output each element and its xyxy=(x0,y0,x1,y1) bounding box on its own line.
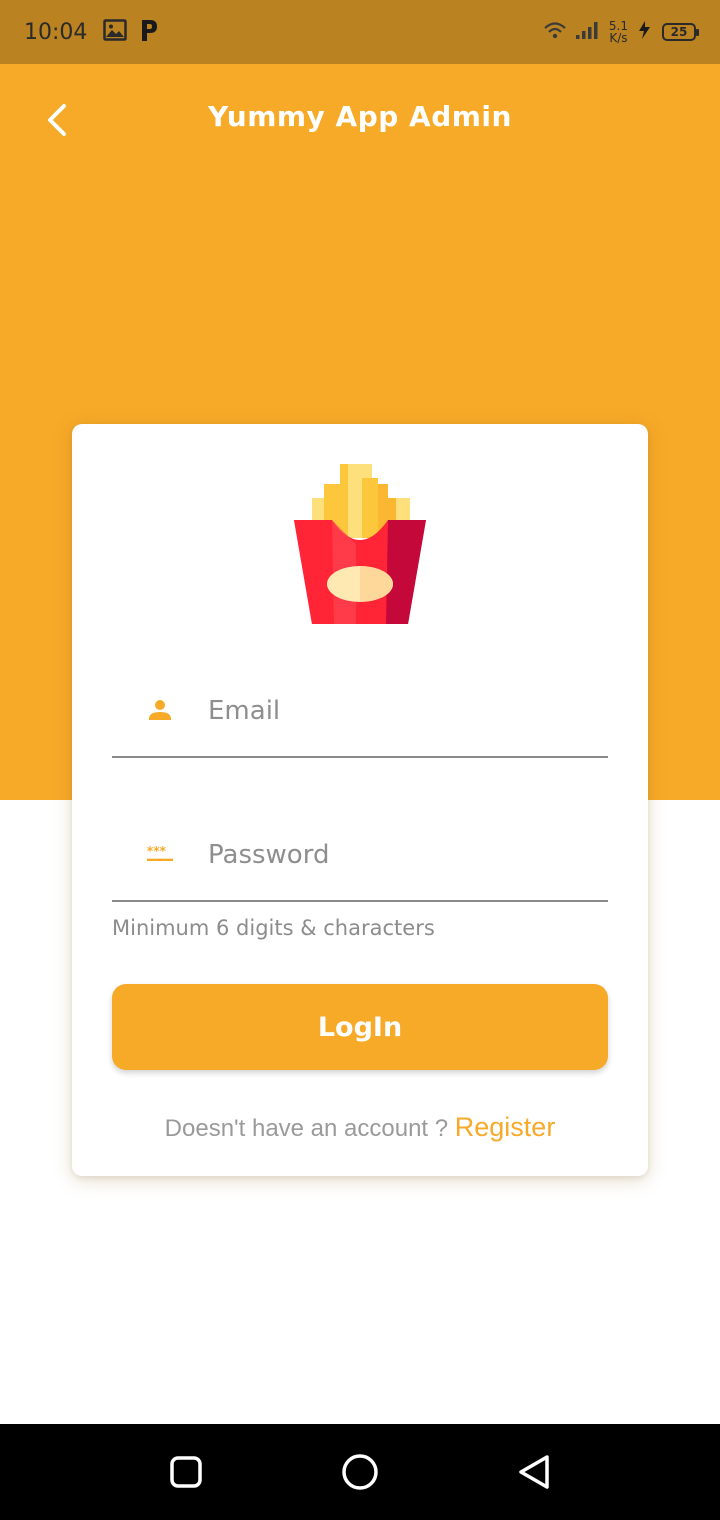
app-title: Yummy App Admin xyxy=(208,100,512,133)
svg-text:***: *** xyxy=(147,844,167,858)
register-prompt: Doesn't have an account ? xyxy=(164,1115,455,1142)
french-fries-icon xyxy=(294,464,426,624)
person-icon xyxy=(146,696,174,724)
password-icon: *** xyxy=(146,840,174,868)
password-field[interactable]: *** xyxy=(112,826,608,902)
register-row: Doesn't have an account ? Register xyxy=(72,1112,648,1143)
image-icon xyxy=(103,19,128,45)
status-system-icons: 5.1 K/s 25 xyxy=(543,20,699,44)
recent-apps-icon xyxy=(170,1456,202,1488)
password-input[interactable] xyxy=(206,828,600,882)
net-speed: 5.1 K/s xyxy=(609,20,628,44)
signal-icon xyxy=(575,20,601,44)
navigation-bar xyxy=(0,1424,720,1520)
home-icon xyxy=(342,1454,378,1490)
p-app-icon xyxy=(139,18,159,46)
charging-icon xyxy=(636,20,654,44)
register-link[interactable]: Register xyxy=(455,1112,556,1142)
email-input[interactable] xyxy=(206,684,600,738)
login-button[interactable]: LogIn xyxy=(112,984,608,1070)
battery-level: 25 xyxy=(670,25,688,39)
status-bar: 10:04 5.1 K/s 25 xyxy=(0,0,720,64)
email-field[interactable] xyxy=(112,682,608,758)
password-helper-text: Minimum 6 digits & characters xyxy=(112,916,435,940)
back-nav-button[interactable] xyxy=(514,1452,554,1492)
status-notification-icons xyxy=(103,18,159,46)
net-speed-unit: K/s xyxy=(609,31,628,45)
status-time: 10:04 xyxy=(24,19,88,45)
home-button[interactable] xyxy=(340,1452,380,1492)
battery-icon: 25 xyxy=(662,23,699,41)
wifi-icon xyxy=(543,20,567,44)
back-icon xyxy=(519,1455,549,1489)
login-card: *** Minimum 6 digits & characters LogIn … xyxy=(72,424,648,1176)
recent-apps-button[interactable] xyxy=(166,1452,206,1492)
